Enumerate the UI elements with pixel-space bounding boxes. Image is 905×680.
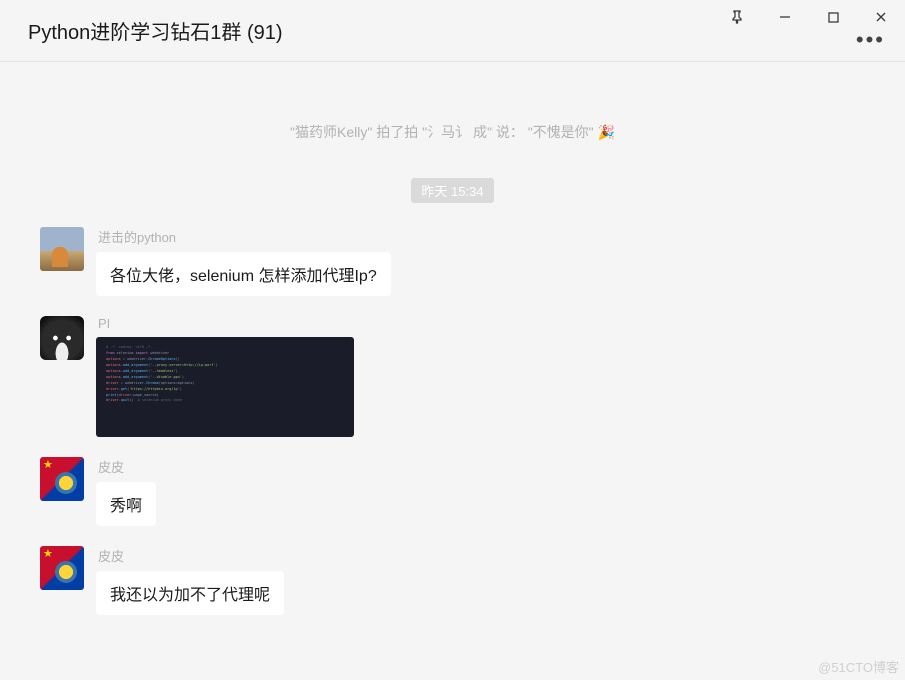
message-bubble[interactable]: 我还以为加不了代理呢 — [96, 571, 284, 615]
chat-window: Python进阶学习钻石1群 (91) ••• "猫药师Kelly" 拍了拍 "… — [0, 0, 905, 680]
message-row: 皮皮 我还以为加不了代理呢 — [40, 546, 865, 615]
avatar[interactable] — [40, 546, 84, 590]
image-message-bubble[interactable]: # -*- coding: utf8 -*- from selenium imp… — [96, 337, 354, 437]
sender-name: 进击的python — [98, 227, 391, 246]
message-column: 皮皮 秀啊 — [96, 457, 156, 526]
avatar[interactable] — [40, 457, 84, 501]
code-preview-icon: # -*- coding: utf8 -*- from selenium imp… — [96, 337, 354, 412]
message-column: PI # -*- coding: utf8 -*- from selenium … — [96, 316, 354, 437]
message-column: 进击的python 各位大佬，selenium 怎样添加代理Ip? — [96, 227, 391, 296]
sender-name: 皮皮 — [98, 457, 156, 476]
maximize-button[interactable] — [809, 0, 857, 34]
message-bubble[interactable]: 秀啊 — [96, 482, 156, 526]
system-message: "猫药师Kelly" 拍了拍 "氵马讠 成" 说： "不愧是你" 🎉 — [40, 122, 865, 142]
message-row: PI # -*- coding: utf8 -*- from selenium … — [40, 316, 865, 437]
avatar[interactable] — [40, 227, 84, 271]
maximize-icon — [827, 11, 840, 24]
close-icon — [874, 10, 888, 24]
message-row: 皮皮 秀啊 — [40, 457, 865, 526]
sender-name: 皮皮 — [98, 546, 284, 565]
pin-icon — [730, 10, 744, 24]
chat-title: Python进阶学习钻石1群 (91) — [28, 16, 283, 45]
more-button[interactable]: ••• — [856, 29, 885, 51]
avatar[interactable] — [40, 316, 84, 360]
pin-button[interactable] — [713, 0, 761, 34]
more-icon: ••• — [856, 27, 885, 52]
message-column: 皮皮 我还以为加不了代理呢 — [96, 546, 284, 615]
watermark: @51CTO博客 — [818, 657, 899, 676]
titlebar: Python进阶学习钻石1群 (91) ••• — [0, 0, 905, 62]
message-row: 进击的python 各位大佬，selenium 怎样添加代理Ip? — [40, 227, 865, 296]
minimize-button[interactable] — [761, 0, 809, 34]
message-bubble[interactable]: 各位大佬，selenium 怎样添加代理Ip? — [96, 252, 391, 296]
chat-area[interactable]: "猫药师Kelly" 拍了拍 "氵马讠 成" 说： "不愧是你" 🎉 昨天 15… — [0, 62, 905, 680]
timestamp-badge: 昨天 15:34 — [411, 178, 493, 203]
sender-name: PI — [98, 316, 354, 331]
minimize-icon — [778, 10, 792, 24]
